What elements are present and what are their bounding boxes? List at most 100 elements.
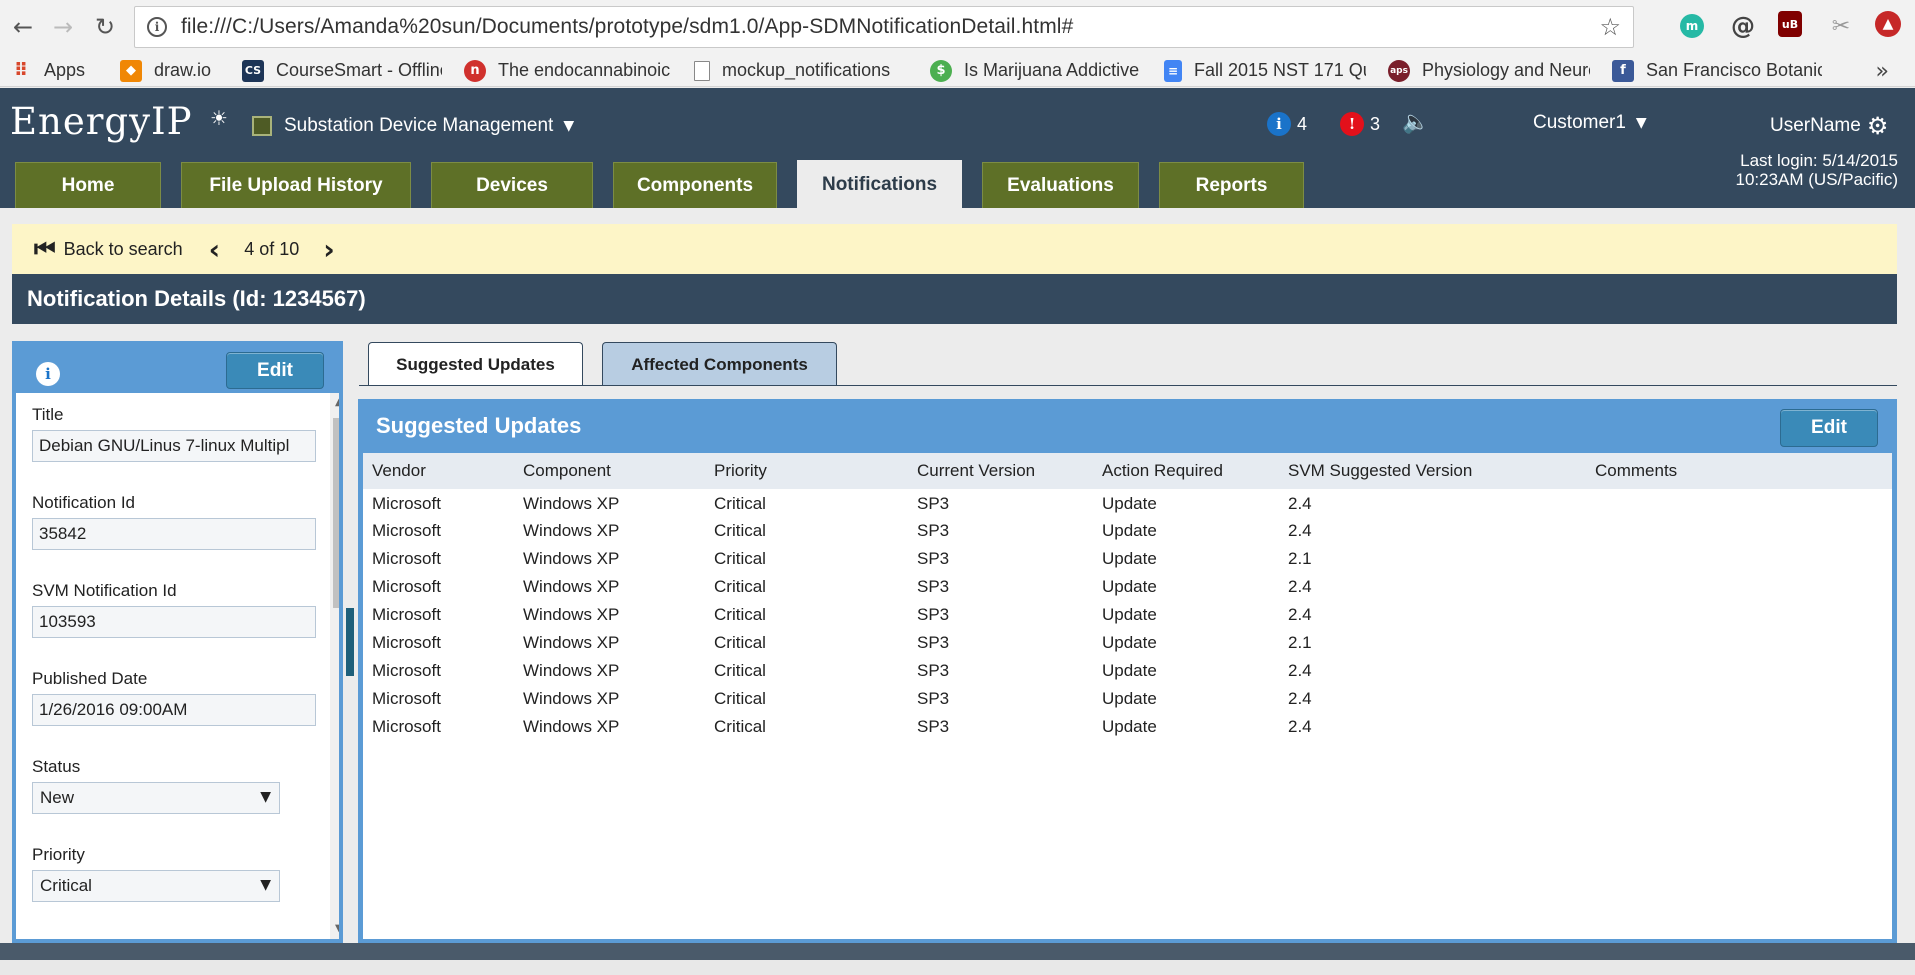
tab-notifications[interactable]: Notifications [797, 160, 962, 208]
cell-comments [1586, 545, 1892, 573]
cell-component: Windows XP [523, 521, 620, 540]
bookmark-sf-botanical[interactable]: f San Francisco Botanic [1612, 59, 1822, 82]
cell-action-required: Update [1102, 521, 1157, 540]
bookmark-label: Apps [44, 60, 86, 80]
priority-value: Critical [40, 876, 92, 895]
facebook-icon: f [1612, 59, 1634, 82]
panel-splitter-handle[interactable] [346, 608, 354, 676]
cell-component: Windows XP [523, 689, 620, 708]
scroll-down-icon[interactable]: ▼ [335, 923, 339, 934]
table-row[interactable]: Microsoft Windows XP Critical SP3 Update 2.4 [363, 489, 1892, 517]
speaker-icon[interactable]: 🔈 [1402, 110, 1429, 135]
bookmark-endocannabinoid[interactable]: n The endocannabinoic [464, 59, 672, 82]
table-row[interactable]: Microsoft Windows XP Critical SP3 Update 2.4 [363, 685, 1892, 713]
page-info-icon[interactable]: i [147, 17, 167, 37]
col-component[interactable]: Component [514, 453, 705, 489]
scroll-up-icon[interactable]: ▲ [335, 397, 339, 408]
gear-icon: ⚙ [1866, 112, 1889, 140]
back-to-search-icon[interactable]: ⏮ [34, 235, 56, 263]
info-icon: i [36, 362, 60, 386]
tab-home[interactable]: Home [15, 162, 161, 208]
table-header-row: Vendor Component Priority Current Versio… [363, 453, 1892, 489]
back-arrow-icon[interactable]: ← [8, 10, 38, 44]
col-priority[interactable]: Priority [705, 453, 908, 489]
status-select[interactable]: New ▼ [32, 782, 280, 814]
alert-icon: ! [1340, 112, 1364, 136]
cell-comments [1586, 685, 1892, 713]
cell-component: Windows XP [523, 577, 620, 596]
bookmark-star-icon[interactable]: ☆ [1599, 13, 1621, 41]
col-vendor[interactable]: Vendor [363, 453, 514, 489]
scissors-icon[interactable]: ✂ [1826, 11, 1856, 41]
cell-svm-suggested-version: 2.4 [1288, 521, 1312, 540]
table-row[interactable]: Microsoft Windows XP Critical SP3 Update 2.4 [363, 573, 1892, 601]
cell-component: Windows XP [523, 549, 620, 568]
alert-notifications-badge[interactable]: ! 3 [1340, 112, 1380, 136]
aps-logo-icon: aps [1388, 59, 1410, 82]
col-current-version[interactable]: Current Version [908, 453, 1093, 489]
table-row[interactable]: Microsoft Windows XP Critical SP3 Update 2.1 [363, 629, 1892, 657]
cell-priority: Critical [714, 717, 766, 736]
tab-affected-components[interactable]: Affected Components [602, 342, 837, 386]
bookmark-apps[interactable]: ⠿ Apps [10, 60, 98, 82]
notification-id-input[interactable]: 35842 [32, 518, 316, 550]
table-row[interactable]: Microsoft Windows XP Critical SP3 Update 2.1 [363, 545, 1892, 573]
extension-at-icon[interactable]: @ [1728, 11, 1758, 41]
ublock-icon[interactable]: uB [1778, 11, 1802, 37]
next-record-icon[interactable]: › [323, 233, 335, 266]
bookmark-physiology[interactable]: aps Physiology and Neuro [1388, 59, 1590, 82]
document-icon [694, 60, 710, 81]
tab-evaluations[interactable]: Evaluations [982, 162, 1139, 208]
table-row[interactable]: Microsoft Windows XP Critical SP3 Update 2.4 [363, 517, 1892, 545]
back-to-search-link[interactable]: Back to search [64, 239, 183, 260]
bookmark-mockup-notifications[interactable]: mockup_notifications [694, 60, 908, 81]
customer-selector[interactable]: Customer1 ▼ [1533, 112, 1647, 134]
bookmark-nst171[interactable]: ≡ Fall 2015 NST 171 Qu [1164, 59, 1366, 82]
edit-info-button[interactable]: Edit [226, 352, 324, 389]
forward-arrow-icon[interactable]: → [48, 10, 78, 44]
table-row[interactable]: Microsoft Windows XP Critical SP3 Update 2.4 [363, 657, 1892, 685]
cell-priority: Critical [714, 521, 766, 540]
cell-current-version: SP3 [917, 605, 950, 624]
cell-priority: Critical [714, 661, 766, 680]
reload-icon[interactable]: ↻ [90, 10, 120, 44]
tab-components[interactable]: Components [613, 162, 777, 208]
cell-current-version: SP3 [917, 494, 950, 513]
bookmark-label: The endocannabinoic [498, 60, 671, 80]
scrollbar-thumb[interactable] [333, 418, 339, 608]
tab-devices[interactable]: Devices [431, 162, 593, 208]
bookmark-label: mockup_notifications [722, 60, 891, 80]
col-svm-suggested-version[interactable]: SVM Suggested Version [1279, 453, 1586, 489]
cell-current-version: SP3 [917, 689, 950, 708]
bookmark-coursesmart[interactable]: CS CourseSmart - Offline [242, 59, 442, 82]
title-input[interactable]: Debian GNU/Linus 7-linux Multipl [32, 430, 316, 462]
app-selector[interactable]: Substation Device Management ▼ [252, 115, 574, 137]
info-notifications-badge[interactable]: i 4 [1267, 112, 1307, 136]
bookmark-drawio[interactable]: ◆ draw.io [120, 59, 220, 82]
last-login: Last login: 5/14/2015 10:23AM (US/Pacifi… [1736, 151, 1899, 189]
previous-record-icon[interactable]: ‹ [209, 233, 221, 266]
cell-svm-suggested-version: 2.1 [1288, 549, 1312, 568]
address-bar[interactable]: i file:///C:/Users/Amanda%20sun/Document… [134, 6, 1634, 48]
info-form-scrollbar[interactable]: ▲ ▼ [330, 393, 339, 939]
tab-suggested-updates[interactable]: Suggested Updates [368, 342, 583, 386]
table-row[interactable]: Microsoft Windows XP Critical SP3 Update 2.4 [363, 713, 1892, 741]
table-row[interactable]: Microsoft Windows XP Critical SP3 Update 2.4 [363, 601, 1892, 629]
col-comments[interactable]: Comments [1586, 453, 1892, 489]
user-menu[interactable]: UserName ⚙ [1770, 112, 1888, 140]
priority-select[interactable]: Critical ▼ [32, 870, 280, 902]
url-text[interactable]: file:///C:/Users/Amanda%20sun/Documents/… [181, 15, 1073, 39]
svm-notification-id-input[interactable]: 103593 [32, 606, 316, 638]
extension-upload-icon[interactable]: ▲ [1875, 11, 1901, 37]
more-bookmarks-button[interactable]: » [1876, 59, 1889, 84]
cell-priority: Critical [714, 605, 766, 624]
cell-priority: Critical [714, 689, 766, 708]
published-date-input[interactable]: 1/26/2016 09:00AM [32, 694, 316, 726]
tab-file-upload-history[interactable]: File Upload History [181, 162, 411, 208]
extension-m-icon[interactable]: m [1680, 14, 1704, 38]
tab-reports[interactable]: Reports [1159, 162, 1304, 208]
bookmark-marijuana[interactable]: $ Is Marijuana Addictive [930, 59, 1142, 82]
cell-action-required: Update [1102, 661, 1157, 680]
col-action-required[interactable]: Action Required [1093, 453, 1279, 489]
edit-updates-button[interactable]: Edit [1780, 409, 1878, 447]
